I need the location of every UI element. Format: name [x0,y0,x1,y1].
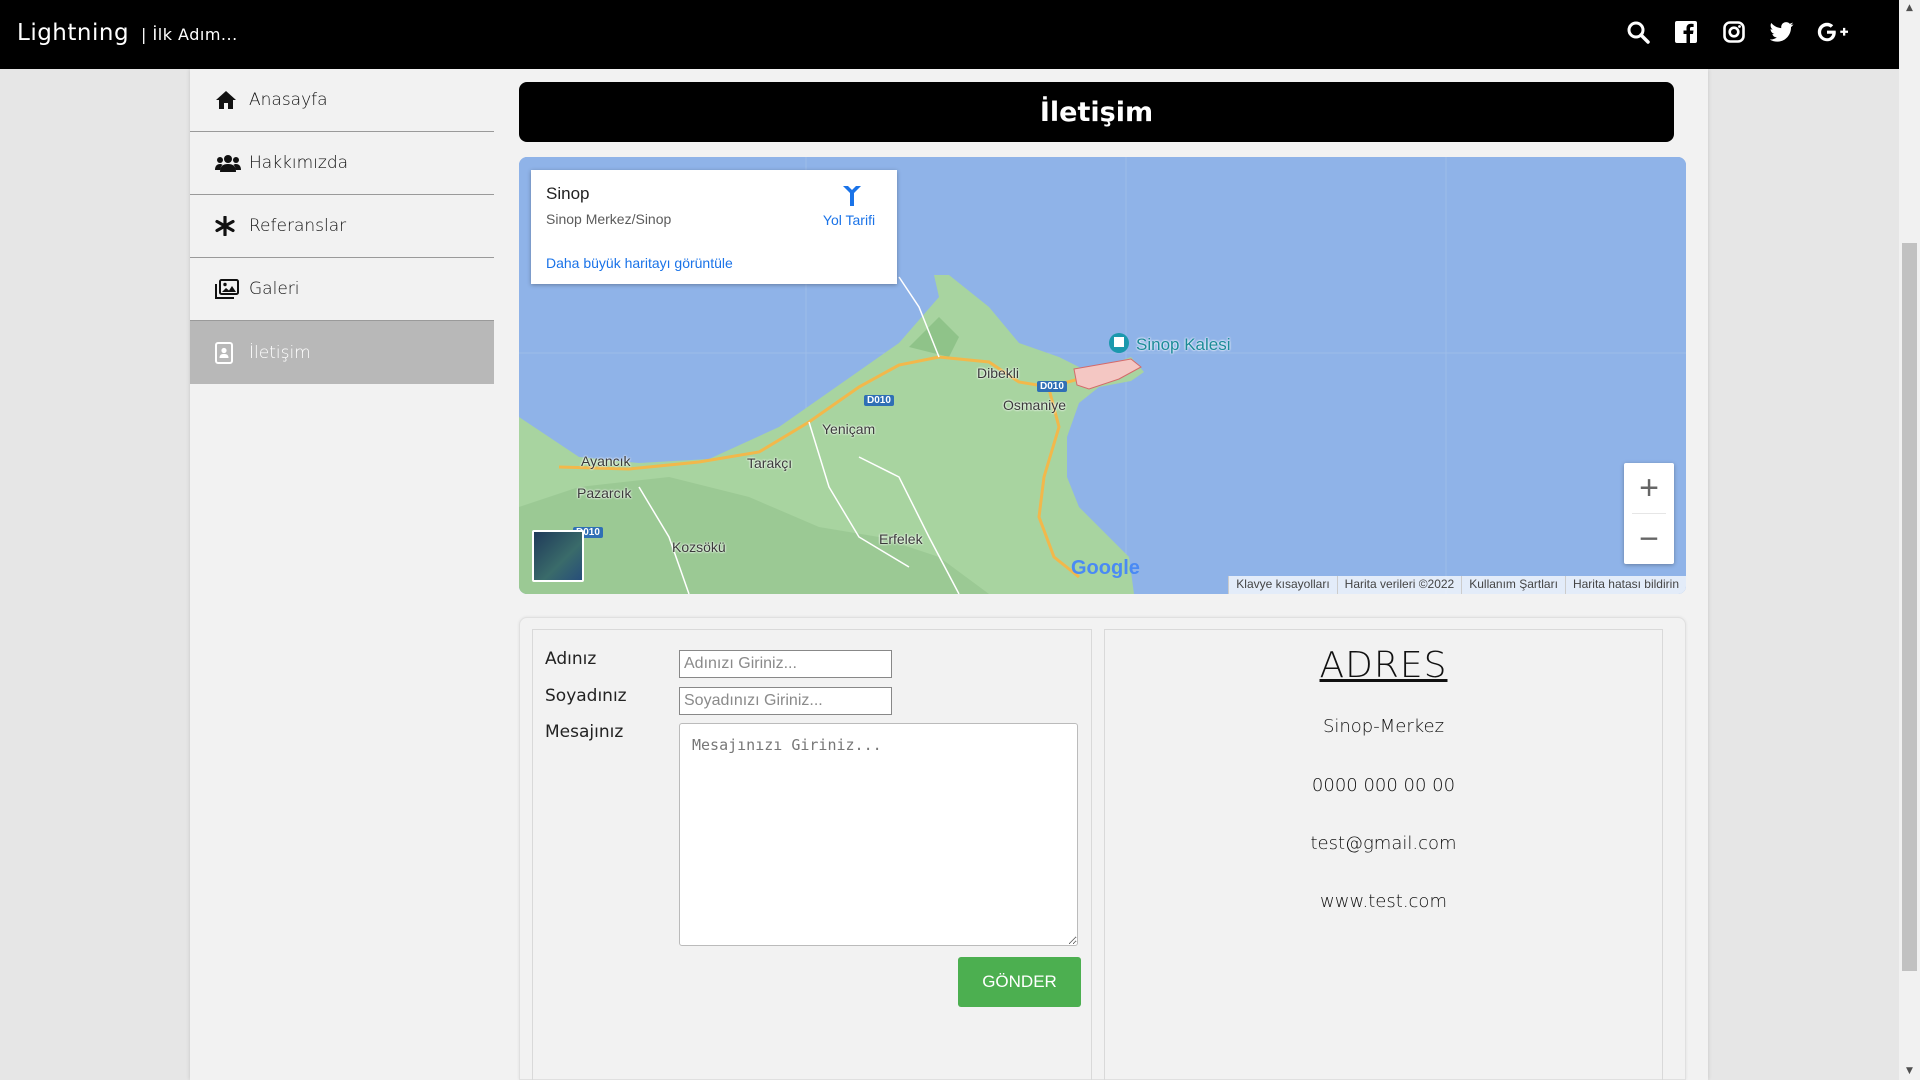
sidebar-item-galeri[interactable]: Galeri [190,258,494,321]
map-label-dibekli: Dibekli [977,365,1020,381]
map-place-name: Sinop [546,184,590,203]
map-label-osmaniye: Osmaniye [1003,397,1067,413]
sidebar-item-label: Hakkımızda [249,153,349,173]
page-scrollbar[interactable]: ▲ ▼ [1899,0,1920,1080]
contact-form: Adınız Soyadınız Mesajınız GÖNDER [532,629,1092,1080]
surname-label: Soyadınız [545,686,627,706]
zoom-out-button[interactable]: − [1624,514,1674,564]
sidebar-item-anasayfa[interactable]: Anasayfa [190,69,494,132]
address-website: www.test.com [1320,891,1447,912]
page-title-text: İletişim [1039,96,1154,128]
satellite-toggle-thumbnail[interactable] [532,530,584,582]
facebook-icon[interactable] [1673,19,1699,45]
map-label-erfelek: Erfelek [879,531,923,547]
brand[interactable]: Lightning | İlk Adım... [17,20,238,46]
map-label-ayancik: Ayancık [581,453,631,469]
directions-button[interactable]: Yol Tarifi [816,184,882,228]
brand-slogan: | İlk Adım... [141,25,238,44]
brand-name: Lightning [17,20,130,46]
address-email: test@gmail.com [1310,833,1457,854]
map-poi-label[interactable]: Sinop Kalesi [1136,335,1231,355]
google-plus-icon[interactable] [1817,19,1849,45]
map-attribution: Klavye kısayolları Harita verileri ©2022… [1228,576,1686,594]
address-panel: ADRES Sinop-Merkez 0000 000 00 00 test@g… [1104,629,1663,1080]
address-location: Sinop-Merkez [1322,716,1445,737]
address-title: ADRES [1319,645,1448,686]
map-label-yenicam: Yeniçam [822,421,876,437]
sidebar-item-label: Anasayfa [249,90,328,110]
road-badge: D010 [864,395,894,406]
larger-map-link[interactable]: Daha büyük haritayı görüntüle [546,255,733,271]
scrollbar-thumb[interactable] [1902,243,1917,971]
message-label: Mesajınız [545,722,624,742]
brand-separator: | [141,25,147,44]
sidebar-item-label: Referanslar [249,216,347,236]
zoom-in-button[interactable]: + [1624,463,1674,513]
google-logo: Google [1071,557,1140,579]
directions-icon [816,184,882,208]
sidebar: Anasayfa Hakkımızda Referanslar Galeri İ… [190,69,494,384]
report-map-error-link[interactable]: Harita hatası bildirin [1564,576,1686,594]
sidebar-item-label: Galeri [249,279,300,299]
message-textarea[interactable] [679,723,1078,946]
directions-label: Yol Tarifi [822,212,876,228]
keyboard-shortcuts-link[interactable]: Klavye kısayolları [1228,576,1336,594]
map-label-pazarcik: Pazarcık [577,485,632,501]
instagram-icon[interactable] [1721,19,1747,45]
page-title: İletişim [519,82,1674,142]
google-map[interactable]: Sinop Sinop Merkez/Sinop Daha büyük hari… [519,157,1686,594]
map-data-credit: Harita verileri ©2022 [1336,576,1462,594]
name-input[interactable] [679,650,892,678]
twitter-icon[interactable] [1769,19,1795,45]
main-container: Anasayfa Hakkımızda Referanslar Galeri İ… [190,69,1708,1080]
map-label-tarakci: Tarakçı [747,455,793,471]
map-place-card: Sinop Sinop Merkez/Sinop Daha büyük hari… [531,170,897,284]
sidebar-item-referanslar[interactable]: Referanslar [190,195,494,258]
surname-input[interactable] [679,687,892,715]
sidebar-item-label: İletişim [249,342,311,363]
social-icons [1625,19,1849,45]
top-navbar: Lightning | İlk Adım... [0,0,1899,69]
map-label-kozsoku: Kozsökü [672,539,726,555]
map-zoom-control: + − [1624,463,1674,564]
contact-section: Adınız Soyadınız Mesajınız GÖNDER ADRES … [519,617,1686,1080]
terms-of-use-link[interactable]: Kullanım Şartları [1461,576,1565,594]
sidebar-item-hakkimizda[interactable]: Hakkımızda [190,132,494,195]
scroll-down-arrow-icon[interactable]: ▼ [1899,1063,1920,1080]
scroll-up-arrow-icon[interactable]: ▲ [1899,0,1920,17]
sidebar-item-iletisim[interactable]: İletişim [190,321,494,384]
home-icon [215,90,241,110]
name-label: Adınız [545,649,597,669]
asterisk-icon [215,216,241,236]
contact-card-icon [215,341,241,364]
users-icon [215,154,241,172]
search-icon[interactable] [1625,19,1651,45]
road-badge: D010 [1037,381,1067,392]
images-icon [215,279,241,299]
address-phone: 0000 000 00 00 [1311,775,1456,796]
map-place-address: Sinop Merkez/Sinop [546,211,672,227]
brand-slogan-text: İlk Adım... [152,25,238,44]
send-button[interactable]: GÖNDER [958,957,1081,1007]
